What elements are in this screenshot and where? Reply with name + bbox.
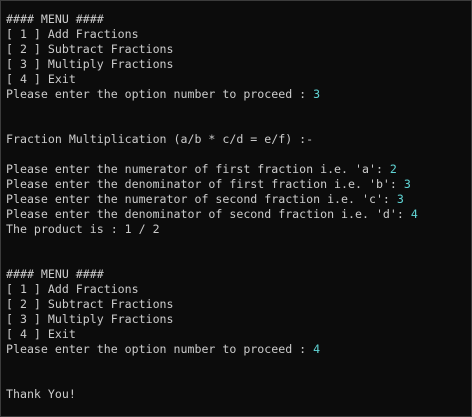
menu-item-add: [ 1 ] Add Fractions — [6, 27, 139, 41]
menu-item-exit: [ 4 ] Exit — [6, 72, 76, 86]
numerator-a-prompt: Please enter the numerator of first frac… — [6, 162, 390, 176]
menu-item-multiply: [ 3 ] Multiply Fractions — [6, 57, 174, 71]
option-prompt-line-repeat: Please enter the option number to procee… — [6, 342, 471, 357]
numerator-c-prompt: Please enter the numerator of second fra… — [6, 192, 397, 206]
menu-title: #### MENU #### — [6, 12, 104, 26]
numerator-a-value: 2 — [389, 162, 397, 176]
menu-title-repeat: #### MENU #### — [6, 267, 104, 281]
numerator-c-line: Please enter the numerator of second fra… — [6, 192, 471, 207]
menu-item-exit-repeat: [ 4 ] Exit — [6, 327, 76, 341]
numerator-c-value: 3 — [396, 192, 404, 206]
menu-item-add-repeat: [ 1 ] Add Fractions — [6, 282, 139, 296]
option-input-value: 3 — [313, 87, 321, 101]
denominator-b-prompt: Please enter the denominator of first fr… — [6, 177, 404, 191]
menu-item-subtract-repeat: [ 2 ] Subtract Fractions — [6, 297, 174, 311]
console-window[interactable]: #### MENU #### [ 1 ] Add Fractions [ 2 ]… — [1, 1, 471, 416]
denominator-b-value: 3 — [403, 177, 411, 191]
menu-item-multiply-repeat: [ 3 ] Multiply Fractions — [6, 312, 174, 326]
denominator-d-value: 4 — [410, 207, 418, 221]
denominator-d-prompt: Please enter the denominator of second f… — [6, 207, 411, 221]
option-prompt: Please enter the option number to procee… — [6, 87, 314, 101]
option-prompt-line: Please enter the option number to procee… — [6, 87, 471, 102]
option-input-value-repeat: 4 — [313, 342, 321, 356]
numerator-a-line: Please enter the numerator of first frac… — [6, 162, 471, 177]
product-result: The product is : 1 / 2 — [6, 222, 160, 236]
option-prompt-repeat: Please enter the option number to procee… — [6, 342, 314, 356]
menu-item-subtract: [ 2 ] Subtract Fractions — [6, 42, 174, 56]
denominator-d-line: Please enter the denominator of second f… — [6, 207, 471, 222]
goodbye-message: Thank You! — [6, 387, 76, 401]
multiplication-header: Fraction Multiplication (a/b * c/d = e/f… — [6, 132, 314, 146]
denominator-b-line: Please enter the denominator of first fr… — [6, 177, 471, 192]
